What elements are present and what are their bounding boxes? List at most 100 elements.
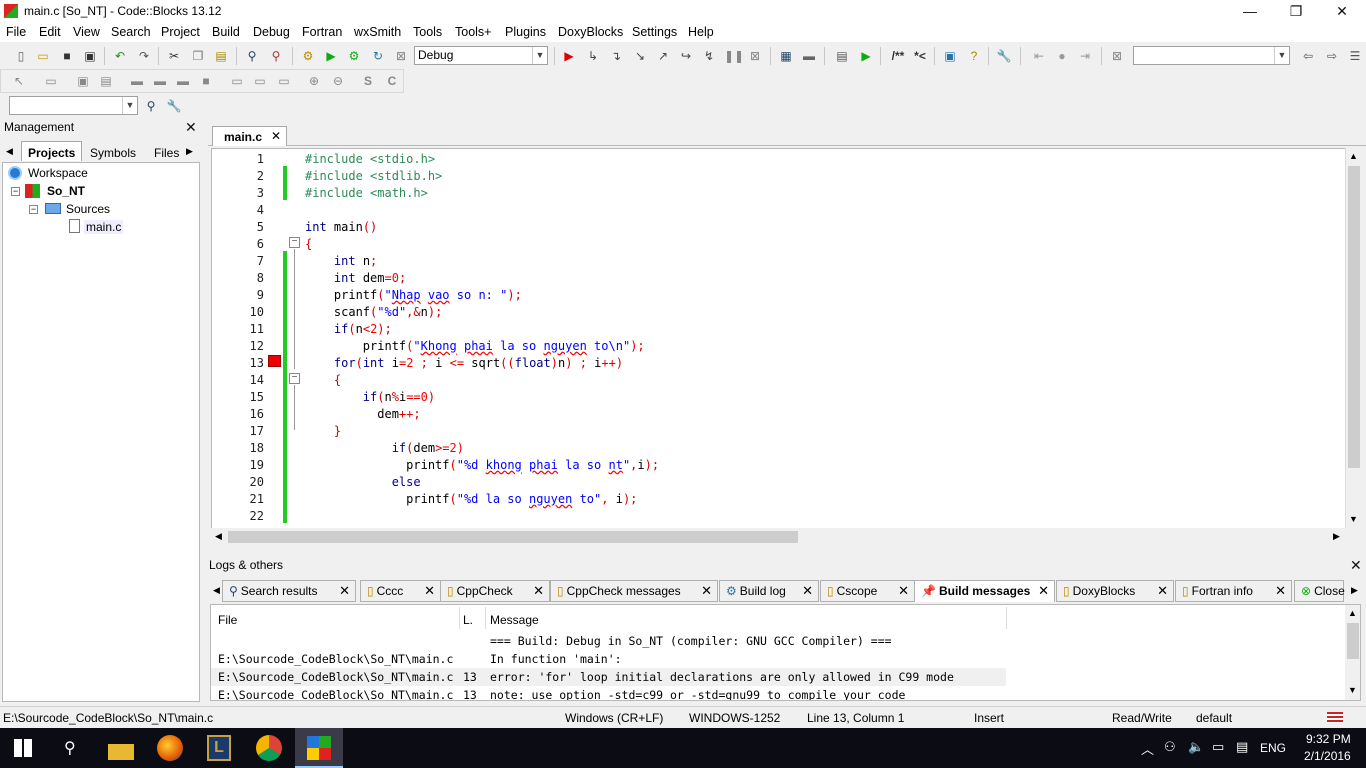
tab-close-icon[interactable]: ✕ [424,581,435,601]
menu-project[interactable]: Project [161,25,200,39]
jump-back-icon[interactable]: ▤ [834,48,850,64]
paste-icon[interactable]: ▤ [213,48,229,64]
tree-project[interactable]: So_NT [47,184,85,198]
rebuild-icon[interactable]: ↻ [370,48,386,64]
tab-scroll-left-icon[interactable]: ◀ [6,146,13,157]
menu-file[interactable]: File [6,25,26,39]
notification-icon[interactable]: ▤ [1236,739,1248,755]
tab-close-icon[interactable]: ✕ [271,129,281,143]
run-to-cursor-icon[interactable]: ↳ [585,48,601,64]
table-row[interactable]: E:\Sourcode_CodeBlock\So_NT\main.c In fun… [211,650,1006,668]
tab-files[interactable]: Files [148,143,184,161]
tab-close-icon[interactable]: ✕ [802,581,813,601]
menu-settings[interactable]: Settings [632,25,677,39]
settings-wrench-icon[interactable]: 🔧 [166,98,182,114]
tree-file-main[interactable]: main.c [84,220,124,234]
logs-tab-cscope[interactable]: ▯ Cscope ✕ [820,580,915,602]
menu-search[interactable]: Search [111,25,151,39]
fold-toggle-icon[interactable]: − [289,373,300,384]
logs-tab-build-messages[interactable]: 📌 Build messages ✕ [914,580,1055,602]
menu-tools[interactable]: Tools [413,25,442,39]
logs-tab-fortran-info[interactable]: ▯ Fortran info ✕ [1175,580,1292,602]
doxywizard-icon[interactable]: ▣ [942,48,958,64]
tab-close-icon[interactable]: ✕ [1038,581,1049,601]
logs-tab-doxyblocks[interactable]: ▯ DoxyBlocks ✕ [1056,580,1174,602]
column-header-message[interactable]: Message [490,611,539,629]
build-target-select[interactable]: Debug ▼ [414,46,548,65]
tab-close-icon[interactable]: ✕ [1157,581,1168,601]
clear-search-icon[interactable]: ⊠ [1109,48,1125,64]
dialog-icon[interactable]: ▤ [98,73,114,89]
file-explorer-icon[interactable] [108,738,134,760]
save-icon[interactable]: ■ [59,48,75,64]
tab-symbols[interactable]: Symbols [84,143,146,161]
logs-tab-cppcheck-messages[interactable]: ▯ CppCheck messages ✕ [550,580,718,602]
clock-time[interactable]: 9:32 PM [1306,732,1351,746]
pause-icon[interactable]: ❚❚ [724,48,744,64]
zoom-out-icon[interactable]: ⊖ [330,73,346,89]
debug-start-icon[interactable]: ▶ [561,48,577,64]
stop-icon[interactable]: ⊠ [747,48,763,64]
code-editor[interactable]: − − 1 2 3 4 5 6 7 8 9 10 11 12 13 14 15 16 17 18 19 20 21 22 … [211,148,1361,530]
spacer-icon[interactable]: S [360,73,376,89]
next-bookmark-icon[interactable]: ⇥ [1077,48,1093,64]
undo-icon[interactable]: ↶ [112,48,128,64]
tab-close-icon[interactable]: ✕ [701,581,712,601]
copy-icon[interactable]: ❐ [190,48,206,64]
tab-projects[interactable]: Projects [21,141,82,161]
toggle-bookmark-icon[interactable]: ● [1054,48,1070,64]
open-folder-icon[interactable]: ▭ [35,48,51,64]
collapse-icon[interactable]: − [29,205,38,214]
run-icon[interactable]: ▶ [323,48,339,64]
tab-close-icon[interactable]: ✕ [898,581,909,601]
tray-expand-icon[interactable]: ︿ [1141,739,1154,758]
wrench-icon[interactable]: 🔧 [996,48,1012,64]
logs-close-icon[interactable]: ✕ [1350,558,1362,572]
menu-edit[interactable]: Edit [39,25,61,39]
build-run-icon[interactable]: ⚙ [346,48,362,64]
tab-scroll-right-icon[interactable]: ▶ [1351,585,1358,596]
code-icon[interactable]: C [384,73,400,89]
column-header-file[interactable]: File [218,611,237,629]
scroll-right-icon[interactable]: ▶ [1333,531,1340,542]
cut-icon[interactable]: ✂ [166,48,182,64]
textctrl-icon[interactable]: ▭ [252,73,268,89]
volume-icon[interactable]: 🔈 [1188,739,1204,755]
doxy-comment-button[interactable]: /** [887,48,909,64]
menu-build[interactable]: Build [212,25,240,39]
start-icon[interactable] [14,739,32,757]
menu-plugins[interactable]: Plugins [505,25,546,39]
menu-wxsmith[interactable]: wxSmith [354,25,401,39]
step-instruction-icon[interactable]: ↯ [701,48,717,64]
tree-folder-sources[interactable]: Sources [66,202,110,216]
menu-fortran[interactable]: Fortran [302,25,342,39]
search-forward-icon[interactable]: ⇨ [1324,48,1340,64]
search-back-icon[interactable]: ⇦ [1300,48,1316,64]
scroll-up-icon[interactable]: ▲ [1349,151,1358,161]
debug-info-icon[interactable]: ▬ [801,48,817,64]
logs-tab-cppcheck[interactable]: ▯ CppCheck ✕ [440,580,550,602]
frame-icon[interactable]: ▣ [75,73,91,89]
league-icon[interactable]: L [207,735,231,761]
doxy-line-comment-button[interactable]: *< [910,48,930,64]
abort-icon[interactable]: ⊠ [393,48,409,64]
box-sizer-icon[interactable]: ▬ [129,73,145,89]
search-icon[interactable]: ⚲ [64,738,76,758]
scroll-down-icon[interactable]: ▼ [1348,685,1357,695]
panel-icon[interactable]: ▬ [175,73,191,89]
next-line-icon[interactable]: ↴ [608,48,624,64]
collapse-icon[interactable]: − [11,187,20,196]
grid-sizer-icon[interactable]: ▬ [152,73,168,89]
scroll-left-icon[interactable]: ◀ [215,531,222,542]
table-row[interactable]: E:\Sourcode_CodeBlock\So_NT\main.c 13 note… [211,686,1006,700]
logs-tab-search-results[interactable]: ⚲ Search results ✕ [222,580,356,602]
prev-bookmark-icon[interactable]: ⇤ [1031,48,1047,64]
menu-view[interactable]: View [73,25,100,39]
editor-tab-main[interactable]: main.c ✕ [212,126,287,146]
scroll-thumb[interactable] [1347,623,1359,659]
hscroll-thumb[interactable] [228,531,798,543]
language-indicator[interactable]: ENG [1260,741,1286,755]
scroll-up-icon[interactable]: ▲ [1348,608,1357,618]
debug-windows-icon[interactable]: ▦ [778,48,794,64]
build-gear-icon[interactable]: ⚙ [300,48,316,64]
